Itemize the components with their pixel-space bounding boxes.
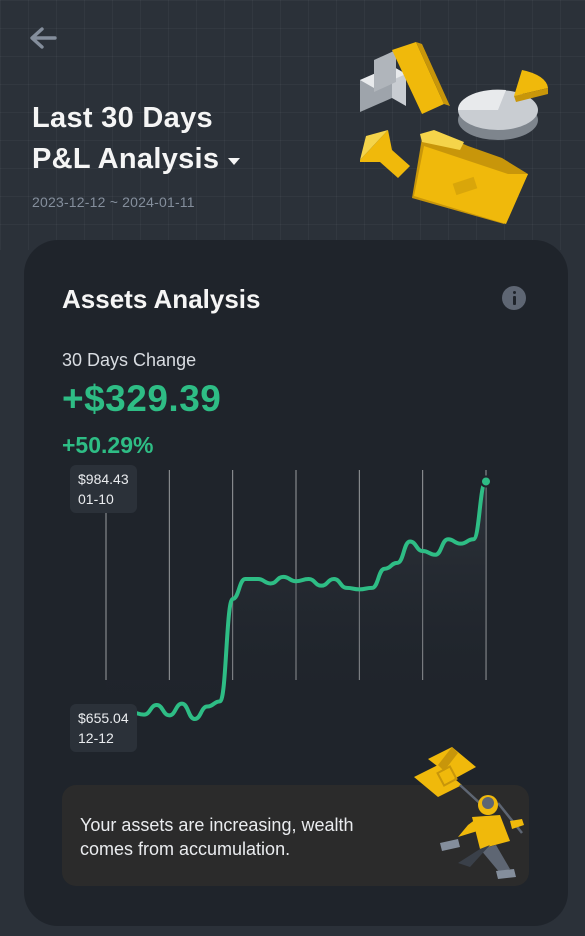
max-date: 01-10: [78, 491, 114, 507]
change-label: 30 Days Change: [62, 350, 197, 370]
period-selector[interactable]: P&L Analysis: [32, 143, 241, 176]
arrow-left-icon: [30, 27, 57, 49]
info-icon[interactable]: [502, 286, 526, 310]
max-value: $984.43: [78, 471, 129, 487]
page-title-line2: P&L Analysis: [32, 143, 220, 175]
page-title-line1: Last 30 Days: [32, 102, 213, 134]
back-button[interactable]: [24, 22, 60, 58]
chart-end-point: [480, 475, 492, 488]
max-value-tooltip: $984.43 01-10: [70, 465, 137, 513]
charts-folder-illustration: [360, 42, 548, 224]
min-value-tooltip: $655.04 12-12: [70, 704, 137, 752]
change-percent: +50.29%: [62, 432, 154, 458]
min-value: $655.04: [78, 710, 129, 726]
assets-analysis-card: Assets Analysis 30 Days Change +$329.39 …: [24, 240, 568, 926]
date-range: 2023-12-12 ~ 2024-01-11: [32, 194, 195, 210]
caret-down-icon: [228, 157, 241, 165]
header: Last 30 Days P&L Analysis 2023-12-12 ~ 2…: [0, 0, 585, 250]
change-amount: +$329.39: [62, 378, 222, 419]
flag-runner-mascot: [414, 747, 524, 879]
min-date: 12-12: [78, 730, 114, 746]
banner-text: Your assets are increasing, wealth comes…: [80, 815, 354, 859]
card-title: Assets Analysis: [62, 284, 261, 314]
